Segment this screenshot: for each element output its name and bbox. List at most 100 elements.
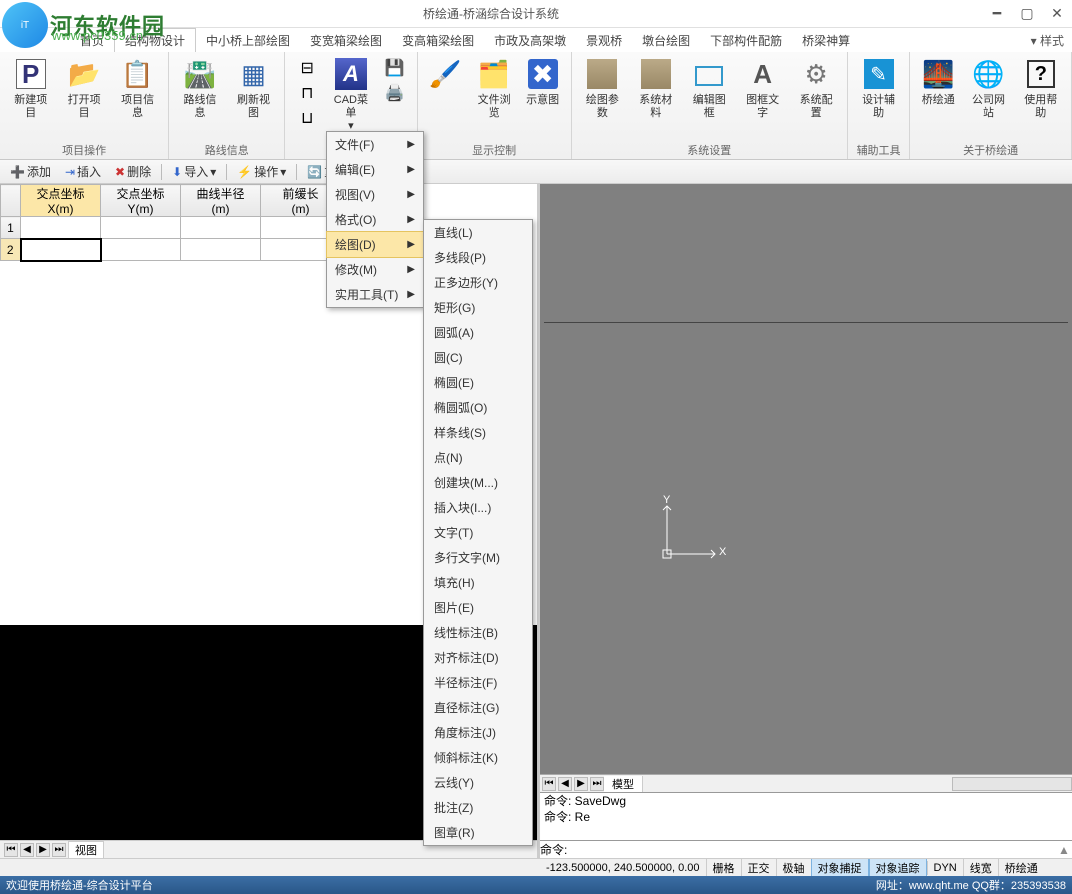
route-info-button[interactable]: 🛣️路线信息 (173, 54, 226, 141)
menu-format[interactable]: 格式(O)▶ (327, 207, 423, 232)
dim-icon-3[interactable]: ⊔ (291, 106, 323, 130)
next-icon[interactable]: ▶ (574, 777, 588, 791)
add-button[interactable]: ➕添加 (4, 161, 57, 182)
prev-icon[interactable]: ◀ (20, 843, 34, 857)
submenu-item[interactable]: 倾斜标注(K) (424, 745, 532, 770)
refresh-view-button[interactable]: ▦刷新视图 (227, 54, 280, 141)
maximize-button[interactable]: ▢ (1012, 4, 1042, 24)
col-header[interactable]: 交点坐标 X(m) (21, 185, 101, 217)
submenu-item[interactable]: 插入块(I...) (424, 495, 532, 520)
stat-grid[interactable]: 栅格 (706, 859, 741, 877)
dim-icon-1[interactable]: ⊟ (291, 56, 323, 80)
table-row[interactable]: 1 (1, 217, 341, 239)
style-dropdown[interactable]: ▾ 样式 (1031, 32, 1064, 49)
design-aid-button[interactable]: ✎设计辅助 (852, 54, 905, 141)
insert-button[interactable]: ⇥插入 (59, 161, 107, 182)
tab-varheight[interactable]: 变高箱梁绘图 (392, 29, 484, 52)
delete-button[interactable]: ✖删除 (109, 161, 157, 182)
stat-otrack[interactable]: 对象追踪 (869, 858, 927, 876)
view-tab[interactable]: 视图 (68, 841, 104, 859)
submenu-item[interactable]: 矩形(G) (424, 295, 532, 320)
menu-view[interactable]: 视图(V)▶ (327, 182, 423, 207)
submenu-item[interactable]: 圆弧(A) (424, 320, 532, 345)
tab-structure[interactable]: 结构物设计 (114, 28, 196, 52)
submenu-item[interactable]: 填充(H) (424, 570, 532, 595)
first-icon[interactable]: ⏮ (542, 777, 556, 791)
close-button[interactable]: ✕ (1042, 4, 1072, 24)
model-tab[interactable]: 模型 (604, 776, 643, 792)
scroll-up-icon[interactable]: ▲ (1056, 843, 1072, 857)
submenu-item[interactable]: 直径标注(G) (424, 695, 532, 720)
tab-municipal[interactable]: 市政及高架墩 (484, 29, 576, 52)
submenu-item[interactable]: 多线段(P) (424, 245, 532, 270)
tab-pier[interactable]: 墩台绘图 (632, 29, 700, 52)
submenu-item[interactable]: 文字(T) (424, 520, 532, 545)
next-icon[interactable]: ▶ (36, 843, 50, 857)
cad-viewport[interactable]: Y X (540, 184, 1072, 774)
stat-dyn[interactable]: DYN (927, 861, 963, 875)
open-project-button[interactable]: 📂打开项目 (57, 54, 110, 141)
submenu-item[interactable]: 图章(R) (424, 820, 532, 845)
tab-upper[interactable]: 中小桥上部绘图 (196, 29, 300, 52)
tab-rebar[interactable]: 下部构件配筋 (700, 29, 792, 52)
submenu-item[interactable]: 圆(C) (424, 345, 532, 370)
frame-text-button[interactable]: A图框文字 (736, 54, 789, 141)
draw-params-button[interactable]: 绘图参数 (576, 54, 629, 141)
submenu-item[interactable]: 多行文字(M) (424, 545, 532, 570)
submenu-item[interactable]: 图片(E) (424, 595, 532, 620)
new-project-button[interactable]: P新建项目 (4, 54, 57, 141)
brush-button[interactable]: 🖌️ (422, 54, 470, 141)
menu-tools[interactable]: 实用工具(T)▶ (327, 282, 423, 307)
first-icon[interactable]: ⏮ (4, 843, 18, 857)
edit-frame-button[interactable]: 编辑图框 (683, 54, 736, 141)
menu-edit[interactable]: 编辑(E)▶ (327, 157, 423, 182)
tab-home[interactable]: 首页 (70, 29, 114, 52)
submenu-item[interactable]: 椭圆弧(O) (424, 395, 532, 420)
submenu-item[interactable]: 对齐标注(D) (424, 645, 532, 670)
prev-icon[interactable]: ◀ (558, 777, 572, 791)
submenu-item[interactable]: 点(N) (424, 445, 532, 470)
command-input[interactable] (567, 843, 1056, 857)
submenu-item[interactable]: 云线(Y) (424, 770, 532, 795)
table-row[interactable]: 2 (1, 239, 341, 261)
submenu-item[interactable]: 创建块(M...) (424, 470, 532, 495)
menu-draw[interactable]: 绘图(D)▶ (326, 231, 424, 258)
col-header[interactable]: 曲线半径 (m) (181, 185, 261, 217)
stat-lwt[interactable]: 线宽 (963, 859, 998, 877)
stat-osnap[interactable]: 对象捕捉 (811, 858, 869, 876)
menu-modify[interactable]: 修改(M)▶ (327, 257, 423, 282)
tab-calc[interactable]: 桥梁神算 (792, 29, 860, 52)
company-site-button[interactable]: 🌐公司网站 (962, 54, 1014, 141)
stat-ortho[interactable]: 正交 (741, 859, 776, 877)
app-home-button[interactable]: 🌉桥绘通 (914, 54, 962, 141)
stat-polar[interactable]: 极轴 (776, 859, 811, 877)
submenu-item[interactable]: 角度标注(J) (424, 720, 532, 745)
last-icon[interactable]: ⏭ (52, 843, 66, 857)
project-info-button[interactable]: 📋项目信息 (111, 54, 164, 141)
submenu-item[interactable]: 正多边形(Y) (424, 270, 532, 295)
submenu-item[interactable]: 样条线(S) (424, 420, 532, 445)
sys-material-button[interactable]: 系统材料 (629, 54, 682, 141)
save-button[interactable]: 💾 (379, 56, 411, 80)
file-browse-button[interactable]: 🗂️文件浏览 (470, 54, 519, 141)
last-icon[interactable]: ⏭ (590, 777, 604, 791)
print-button[interactable]: 🖨️ (379, 81, 411, 105)
sys-config-button[interactable]: ⚙系统配置 (789, 54, 842, 141)
menu-file[interactable]: 文件(F)▶ (327, 132, 423, 157)
submenu-item[interactable]: 半径标注(F) (424, 670, 532, 695)
submenu-item[interactable]: 椭圆(E) (424, 370, 532, 395)
schematic-button[interactable]: ✖示意图 (519, 54, 567, 141)
import-button[interactable]: ⬇导入 ▾ (166, 161, 222, 182)
submenu-item[interactable]: 批注(Z) (424, 795, 532, 820)
stat-app[interactable]: 桥绘通 (998, 859, 1044, 877)
submenu-item[interactable]: 线性标注(B) (424, 620, 532, 645)
submenu-item[interactable]: 直线(L) (424, 220, 532, 245)
col-header[interactable]: 交点坐标 Y(m) (101, 185, 181, 217)
tab-scenic[interactable]: 景观桥 (576, 29, 632, 52)
hscrollbar[interactable] (952, 777, 1072, 791)
dim-icon-2[interactable]: ⊓ (291, 81, 323, 105)
use-help-button[interactable]: ?使用帮助 (1015, 54, 1067, 141)
tab-varwidth[interactable]: 变宽箱梁绘图 (300, 29, 392, 52)
operate-button[interactable]: ⚡操作 ▾ (231, 161, 292, 182)
minimize-button[interactable]: ━ (982, 4, 1012, 24)
